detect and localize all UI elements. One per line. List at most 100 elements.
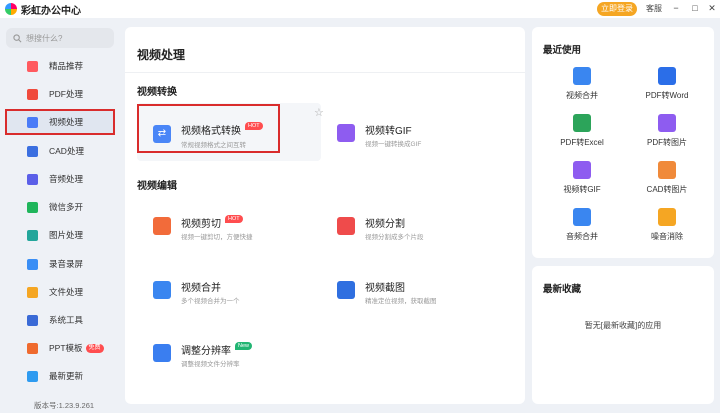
close-button[interactable]: ✕	[706, 2, 718, 15]
maximize-button[interactable]: □	[689, 2, 701, 15]
sidebar-item-files[interactable]: 文件处理	[6, 280, 114, 304]
app-title: 彩虹办公中心	[21, 5, 81, 17]
sidebar-item-label: CAD处理	[49, 146, 84, 156]
system-icon	[27, 314, 38, 326]
sidebar-item-label: 音频处理	[49, 174, 84, 184]
version-label: 版本号:1.23.9.261	[34, 401, 95, 410]
gif-icon	[337, 124, 355, 142]
gif-icon	[573, 161, 591, 179]
excel-icon	[573, 114, 591, 132]
sidebar-item-pdf[interactable]: PDF处理	[6, 82, 114, 106]
recent-item-pdf-to-word[interactable]: PDF转Word	[632, 67, 702, 103]
page-title: 视频处理	[137, 48, 186, 62]
favorites-panel: 最新收藏 暂无[最新收藏]的应用	[532, 266, 714, 404]
login-button[interactable]: 立即登录	[597, 2, 637, 16]
hot-badge: HOT	[245, 122, 263, 130]
tool-adjust-resolution[interactable]: 调整分辨率 New 调整视频文件分辨率	[137, 332, 317, 376]
tool-video-screenshot[interactable]: 视频截图 精准定位视频，获取截图	[321, 269, 501, 313]
free-badge: 免费	[85, 343, 104, 353]
recent-item-label: CAD转图片	[646, 185, 688, 194]
recent-item-cad-to-image[interactable]: CAD转图片	[632, 161, 702, 197]
audio-icon	[27, 173, 38, 185]
sidebar-item-audio[interactable]: 音频处理	[6, 167, 114, 191]
recent-item-pdf-to-image[interactable]: PDF转图片	[632, 114, 702, 150]
tool-name-text: 视频剪切	[181, 219, 221, 230]
screenshot-icon	[337, 281, 355, 299]
tool-name: 视频格式转换 HOT	[181, 122, 263, 137]
image-icon	[27, 229, 38, 241]
favorites-empty-text: 暂无[最新收藏]的应用	[584, 321, 662, 330]
recent-item-video-merge[interactable]: 视频合并	[547, 67, 617, 103]
ppt-icon	[27, 342, 38, 354]
pdf-icon	[27, 88, 38, 100]
tool-name: 视频转GIF	[365, 126, 412, 137]
tool-desc: 调整视频文件分辨率	[181, 361, 240, 368]
recent-item-label: 音频合并	[566, 232, 598, 241]
sidebar-item-recording[interactable]: 录音录屏	[6, 252, 114, 276]
video-icon	[27, 116, 38, 128]
tool-name: 视频剪切 HOT	[181, 215, 243, 230]
recent-item-audio-merge[interactable]: 音频合并	[547, 208, 617, 244]
sidebar-item-label: 图片处理	[49, 230, 84, 240]
recent-item-pdf-to-excel[interactable]: PDF转Excel	[547, 114, 617, 150]
section-title-edit: 视频编辑	[137, 181, 177, 192]
cut-icon	[153, 217, 171, 235]
search-icon	[13, 33, 22, 42]
sidebar-item-recommended[interactable]: 精品推荐	[6, 54, 114, 78]
tool-video-cut[interactable]: 视频剪切 HOT 视频一键剪切，方便快捷	[137, 205, 317, 249]
tool-name: 视频合并	[181, 283, 221, 294]
main-panel: 视频处理 视频转换 ⇄ 视频格式转换 HOT 常规视频格式之间互转 ☆ 视频转GI…	[125, 27, 525, 404]
recent-item-label: 视频合并	[566, 91, 598, 100]
tool-video-to-gif[interactable]: 视频转GIF 视频一键转换成GIF	[321, 112, 501, 156]
sidebar-item-video[interactable]: 视频处理	[5, 109, 115, 135]
recent-item-video-to-gif[interactable]: 视频转GIF	[547, 161, 617, 197]
sidebar-item-label: 录音录屏	[49, 259, 84, 269]
split-icon	[337, 217, 355, 235]
cad-icon	[27, 145, 38, 157]
sidebar-item-label: 精品推荐	[49, 61, 84, 71]
recent-item-label: PDF转图片	[647, 138, 687, 147]
search-input[interactable]: 想搜什么?	[6, 28, 114, 48]
word-icon	[658, 67, 676, 85]
tool-desc: 精准定位视频，获取截图	[365, 298, 437, 305]
sidebar-item-wechat[interactable]: 微信多开	[6, 195, 114, 219]
noise-icon	[658, 208, 676, 226]
sidebar-item-cad[interactable]: CAD处理	[6, 139, 114, 163]
tool-video-format-convert[interactable]: ⇄ 视频格式转换 HOT 常规视频格式之间互转 ☆	[137, 103, 324, 161]
sidebar-item-ppt[interactable]: PPT模板 免费	[6, 336, 114, 360]
recent-item-label: PDF转Word	[645, 91, 689, 100]
sidebar-item-image[interactable]: 图片处理	[6, 223, 114, 247]
merge-icon	[573, 67, 591, 85]
sidebar-item-label: 视频处理	[49, 117, 84, 127]
gift-icon	[27, 60, 38, 72]
minimize-button[interactable]: −	[670, 2, 682, 15]
tool-name: 视频分割	[365, 219, 405, 230]
sidebar: 想搜什么? 精品推荐 PDF处理 视频处理 CAD处理 音频处理 微信多开 图片…	[0, 26, 117, 413]
recent-item-label: 噪音消除	[651, 232, 683, 241]
tool-video-split[interactable]: 视频分割 视频分割成多个片段	[321, 205, 501, 249]
resolution-icon	[153, 344, 171, 362]
search-placeholder: 想搜什么?	[26, 33, 63, 43]
wechat-icon	[27, 201, 38, 213]
title-bar: 彩虹办公中心 立即登录 客服 − □ ✕	[0, 0, 720, 18]
recent-panel: 最近使用 视频合并 PDF转Word PDF转Excel PDF转图片 视频转G…	[532, 27, 714, 258]
tool-desc: 常规视频格式之间互转	[181, 142, 246, 149]
tool-desc: 视频一键剪切，方便快捷	[181, 234, 253, 241]
update-icon	[27, 370, 38, 382]
tool-desc: 视频一键转换成GIF	[365, 141, 422, 148]
mic-icon	[27, 258, 38, 270]
sidebar-item-updates[interactable]: 最新更新	[6, 364, 114, 388]
favorites-title: 最新收藏	[543, 284, 582, 295]
recent-item-noise-removal[interactable]: 噪音消除	[632, 208, 702, 244]
cad-image-icon	[658, 161, 676, 179]
customer-service-link[interactable]: 客服	[646, 3, 662, 14]
new-badge: New	[235, 342, 253, 350]
tool-video-merge[interactable]: 视频合并 多个视频合并为一个	[137, 269, 317, 313]
tool-desc: 视频分割成多个片段	[365, 234, 424, 241]
recent-item-label: 视频转GIF	[563, 185, 601, 194]
format-convert-icon: ⇄	[153, 125, 171, 143]
sidebar-item-system[interactable]: 系统工具	[6, 308, 114, 332]
sidebar-item-label: 系统工具	[49, 315, 84, 325]
pdf-image-icon	[658, 114, 676, 132]
recent-title: 最近使用	[543, 45, 582, 56]
